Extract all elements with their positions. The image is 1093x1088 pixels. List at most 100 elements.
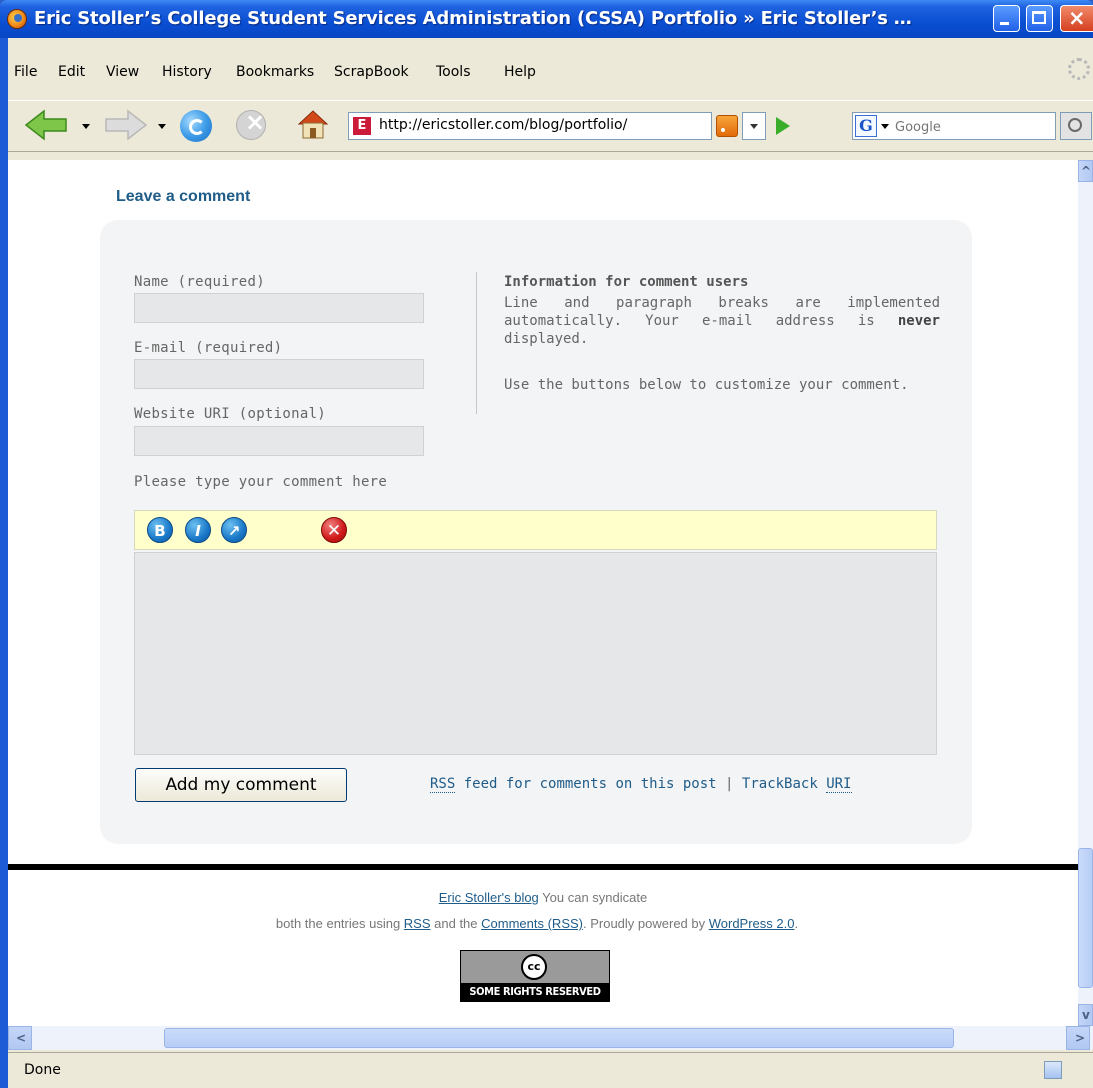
website-label: Website URI (optional) [134, 406, 327, 422]
menu-edit[interactable]: Edit [58, 64, 85, 80]
search-magnifier-icon[interactable] [1060, 112, 1092, 140]
italic-button[interactable]: I [185, 517, 211, 543]
status-bar: Done [8, 1052, 1093, 1088]
name-field[interactable] [134, 293, 424, 323]
close-window-button[interactable]: × [1060, 5, 1093, 32]
url-history-dropdown[interactable] [742, 112, 766, 140]
trackback-link[interactable]: TrackBack URI [742, 776, 852, 793]
url-bar[interactable]: E http://ericstoller.com/blog/portfolio/ [348, 112, 712, 140]
scroll-down-button[interactable]: v [1078, 1004, 1093, 1026]
info-text-bold: never [897, 313, 940, 329]
menu-history[interactable]: History [162, 64, 212, 80]
search-engine-dropdown-icon[interactable] [881, 124, 889, 129]
add-comment-button[interactable]: Add my comment [135, 768, 347, 802]
footer-divider [8, 864, 1078, 870]
activity-throbber-icon [1068, 58, 1090, 80]
scroll-left-button[interactable]: < [8, 1026, 32, 1050]
forward-history-dropdown-icon[interactable] [158, 124, 166, 129]
close-icon: × [1068, 6, 1086, 30]
forward-arrow-icon [105, 109, 148, 141]
info-paragraph-1: Line and paragraph breaks are implemente… [504, 294, 940, 348]
horizontal-scrollbar[interactable]: < > [8, 1026, 1093, 1050]
info-text-a: Line and paragraph breaks are implemente… [504, 295, 940, 329]
wordpress-link[interactable]: WordPress 2.0 [709, 916, 795, 931]
rss-abbr: RSS [430, 776, 456, 793]
email-label: E-mail (required) [134, 340, 283, 356]
search-box[interactable]: G [852, 112, 1056, 140]
menu-bookmarks[interactable]: Bookmarks [236, 64, 314, 80]
footer-line-2: both the entries using RSS and the Comme… [8, 916, 1066, 931]
footer-text-2d: . [794, 916, 799, 931]
close-tags-button[interactable]: ✕ [321, 517, 347, 543]
cc-badge-text: SOME RIGHTS RESERVED [461, 983, 609, 1001]
name-label: Name (required) [134, 274, 265, 290]
maximize-button[interactable] [1026, 5, 1053, 32]
creative-commons-badge[interactable]: cc SOME RIGHTS RESERVED [460, 950, 610, 1002]
uri-abbr: URI [826, 776, 852, 793]
comment-label: Please type your comment here [134, 474, 388, 490]
comment-links-row: RSS feed for comments on this post | Tra… [430, 776, 852, 793]
url-text[interactable]: http://ericstoller.com/blog/portfolio/ [379, 117, 627, 133]
form-divider [476, 272, 477, 414]
menu-tools[interactable]: Tools [436, 64, 471, 80]
window-left-border [0, 38, 8, 1088]
footer-line-1: Eric Stoller's blog You can syndicate [8, 890, 1078, 905]
vertical-scrollbar[interactable]: ^ v [1078, 160, 1093, 1026]
home-icon [297, 110, 329, 139]
footer-text-2b: and the [430, 916, 482, 931]
status-text: Done [24, 1062, 61, 1078]
blog-link[interactable]: Eric Stoller's blog [439, 890, 539, 905]
site-favicon-icon: E [353, 117, 371, 135]
home-button[interactable] [296, 108, 330, 140]
bold-button[interactable]: B [147, 517, 173, 543]
window-title: Eric Stoller’s College Student Services … [34, 8, 912, 29]
go-button-icon[interactable] [776, 117, 790, 135]
minimize-button[interactable] [993, 5, 1020, 32]
menu-scrapbook[interactable]: ScrapBook [334, 64, 409, 80]
menu-view[interactable]: View [106, 64, 139, 80]
comment-form-panel: Name (required) E-mail (required) Websit… [100, 220, 972, 844]
horizontal-scroll-thumb[interactable] [164, 1028, 954, 1048]
menu-file[interactable]: File [14, 64, 37, 80]
rss-link[interactable]: RSS [404, 916, 431, 931]
website-field[interactable] [134, 426, 424, 456]
comments-rss-link[interactable]: Comments (RSS) [481, 916, 583, 931]
forward-button[interactable] [104, 108, 148, 142]
chevron-up-icon: ^ [1081, 164, 1092, 178]
google-engine-icon[interactable]: G [855, 115, 877, 137]
firefox-icon [7, 9, 27, 29]
link-separator: | [725, 776, 734, 792]
search-input[interactable] [893, 115, 1055, 139]
back-button[interactable] [24, 108, 68, 142]
rss-comments-link[interactable]: RSS feed for comments on this post [430, 776, 717, 793]
title-bar[interactable]: Eric Stoller’s College Student Services … [0, 0, 1093, 38]
scroll-up-button[interactable]: ^ [1078, 160, 1093, 182]
footer-text-2c: . Proudly powered by [583, 916, 709, 931]
comment-editor-toolbar: B I ↗ ✕ [134, 510, 937, 550]
info-text-b: displayed. [504, 331, 589, 347]
link-button[interactable]: ↗ [221, 517, 247, 543]
back-arrow-icon [24, 109, 67, 141]
chevron-down-icon: v [1082, 1008, 1090, 1022]
status-panel-icon[interactable] [1044, 1061, 1062, 1079]
info-heading: Information for comment users [504, 274, 749, 290]
rss-link-text: feed for comments on this post [455, 776, 717, 792]
stop-button[interactable] [236, 108, 266, 140]
footer-text-1: You can syndicate [538, 890, 648, 905]
info-paragraph-2: Use the buttons below to customize your … [504, 377, 909, 393]
menu-help[interactable]: Help [504, 64, 536, 80]
email-field[interactable] [134, 359, 424, 389]
page-content: Leave a comment Name (required) E-mail (… [8, 160, 1078, 1026]
reload-button[interactable] [180, 110, 212, 142]
back-history-dropdown-icon[interactable] [82, 124, 90, 129]
cc-logo-icon: cc [521, 954, 547, 980]
trackback-text: TrackBack [741, 776, 827, 792]
vertical-scroll-thumb[interactable] [1078, 848, 1093, 988]
comment-textarea[interactable] [134, 552, 937, 755]
footer-text-2a: both the entries using [275, 916, 404, 931]
chevron-left-icon: < [16, 1031, 27, 1045]
scroll-right-button[interactable]: > [1066, 1026, 1090, 1050]
chevron-right-icon: > [1075, 1031, 1086, 1045]
rss-feed-icon[interactable] [716, 115, 738, 137]
leave-comment-heading: Leave a comment [116, 188, 251, 205]
